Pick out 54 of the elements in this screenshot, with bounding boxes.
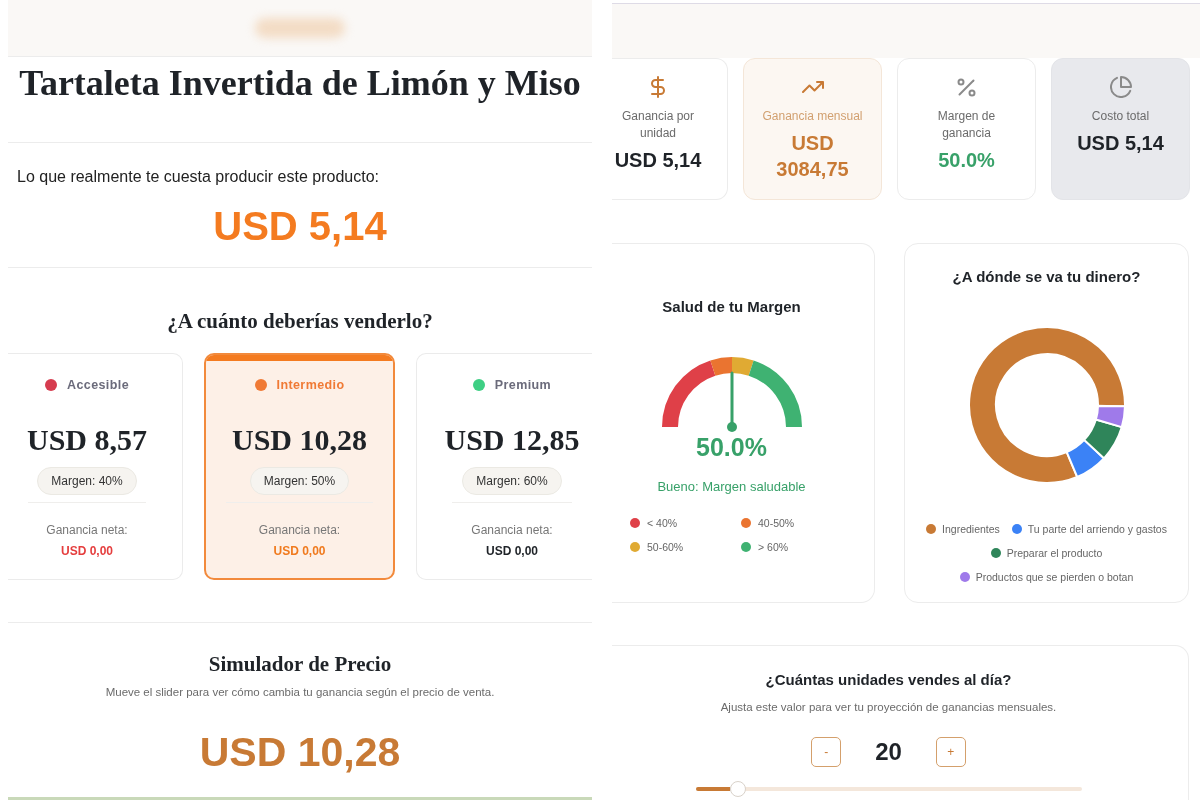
section-title: ¿A cuánto deberías venderlo? [167,309,433,333]
legend-label: 40-50% [758,516,795,531]
profit-value: USD 0,00 [61,543,113,559]
profit-value: USD 0,00 [273,543,326,559]
price-tier-card[interactable]: Intermedio USD 10,28 Margen: 50% Ganancia neta: USD 0,00 [204,353,395,580]
card-title: Salud de tu Margen [662,297,801,317]
tier-name: Accesible [67,377,129,393]
profit-label: Ganancia neta: [471,522,553,538]
tier-price: USD 12,85 [444,424,580,456]
dollar-icon [651,76,665,98]
metric-label: Ganancia por unidad [620,108,695,142]
legend-label: 50-60% [647,540,684,555]
card-hint: Ajusta este valor para ver tu proyección de ganancias mensuales. [720,700,1057,715]
metric-label: Costo total [1091,108,1150,125]
metric-value: USD 3084,75 [775,131,850,182]
legend-label: Preparar el producto [1006,546,1103,561]
profit-label: Ganancia neta: [258,522,341,538]
price-tier-card[interactable]: Premium USD 12,85 Margen: 60% Ganancia neta: USD 0,00 [416,353,592,580]
price-tier-card[interactable]: Accesible USD 8,57 Margen: 40% Ganancia neta: USD 0,00 [8,353,183,580]
profit-value: USD 0,00 [486,543,538,559]
metric-label: Margen de ganancia [936,108,997,142]
trend-up-icon [801,81,824,93]
legend-label: Ingredientes [942,522,1000,537]
simulator-hint: Mueve el slider para ver cómo cambia tu ganancia según el precio de venta. [105,685,495,700]
gauge-value: 50.0% [696,432,767,462]
tier-price: USD 10,28 [232,424,367,456]
metric-value: USD 5,14 [1077,131,1164,156]
percent-icon [957,77,976,97]
legend-label: Productos que se pierden o botan [975,570,1134,585]
legend-label: Tu parte del arriendo y gastos [1027,522,1167,537]
metric-value: 50.0% [938,148,995,173]
slider-track[interactable] [8,797,592,800]
gauge-status: Bueno: Margen saludable [657,478,806,496]
card-title: ¿Cuántas unidades vendes al día? [765,670,1012,690]
cost-value: USD 5,14 [213,203,387,250]
tier-name: Intermedio [276,377,345,393]
card-title: ¿A dónde se va tu dinero? [952,267,1141,287]
section-title: Simulador de Precio [208,652,392,676]
margin-chip: Margen: 50% [249,467,350,495]
simulated-price: USD 10,28 [199,729,401,775]
legend-label: < 40% [647,516,678,531]
tier-price: USD 8,57 [27,424,147,456]
margin-chip: Margen: 40% [37,467,137,495]
slider-handle[interactable] [729,781,746,797]
tier-name: Premium [494,377,552,393]
legend-label: > 60% [758,540,789,555]
product-title: Tartaleta Invertida de Limón y Miso [19,64,581,102]
metric-value: USD 5,14 [614,148,702,173]
cost-label: Lo que realmente te cuesta producir este producto: [17,167,379,187]
units-value: 20 [875,737,902,767]
metric-label: Ganancia mensual [762,108,863,125]
pie-chart-icon [1109,76,1132,98]
profit-label: Ganancia neta: [46,522,128,538]
margin-chip: Margen: 60% [462,467,562,495]
